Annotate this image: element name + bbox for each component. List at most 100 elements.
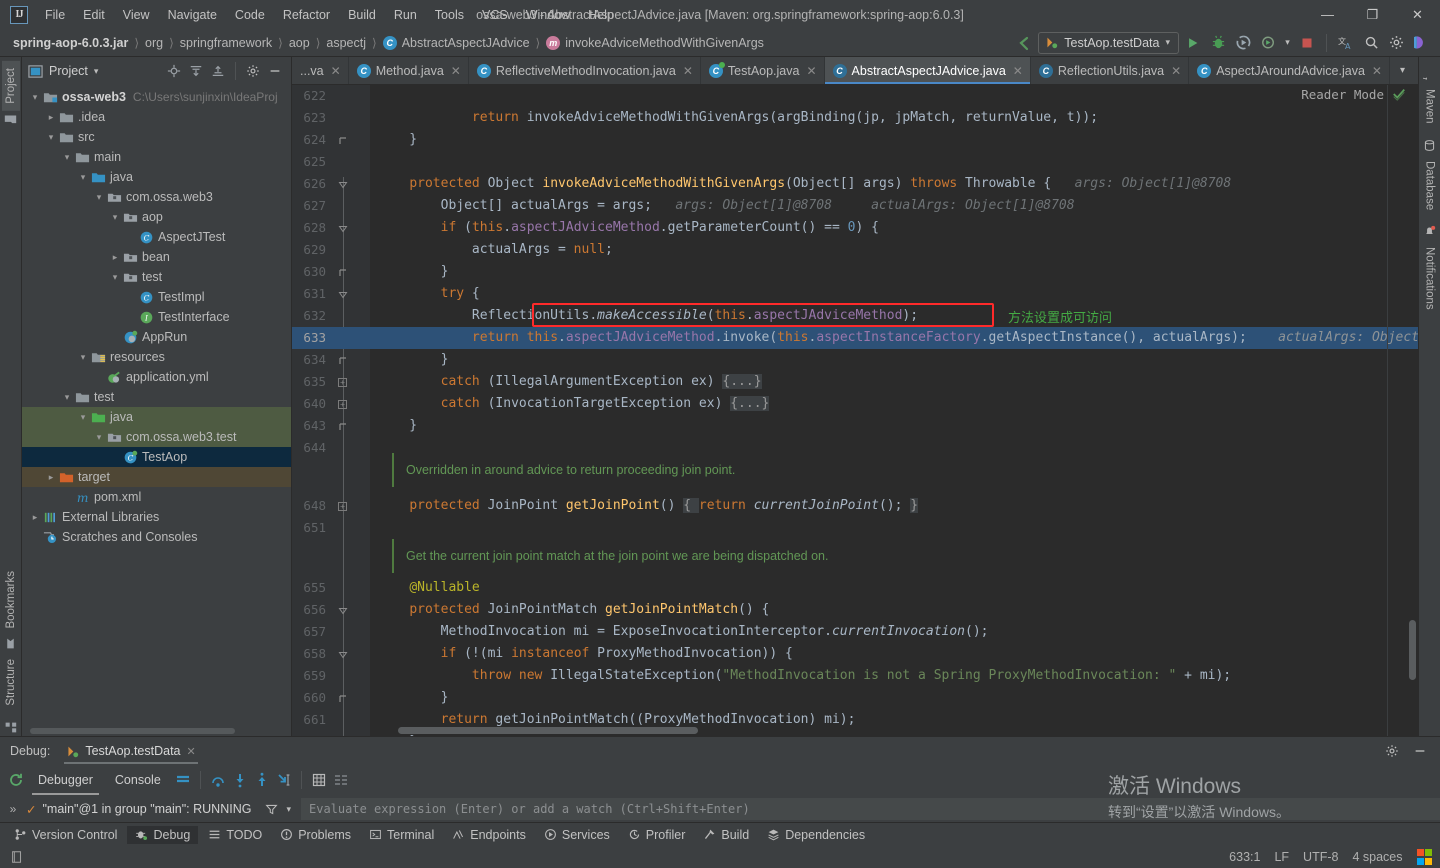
close-button[interactable]: ✕: [1395, 0, 1440, 29]
rail-tab-database[interactable]: Database: [1421, 154, 1439, 217]
chevron-down-icon[interactable]: ▾: [1282, 32, 1293, 54]
project-tree[interactable]: ▾ ossa-web3 C:\Users\sunjinxin\IdeaProj ▸ .i…: [22, 85, 291, 736]
rail-tab-maven[interactable]: Maven: [1421, 82, 1439, 131]
bottom-tool-terminal[interactable]: Terminal: [361, 826, 442, 844]
step-over-icon[interactable]: [208, 770, 228, 790]
bottom-tool-endpoints[interactable]: Endpoints: [444, 826, 534, 844]
code-line[interactable]: Get the current join point match at the …: [370, 545, 1418, 567]
thread-status[interactable]: ✓ "main"@1 in group "main": RUNNING: [26, 802, 251, 817]
back-arrow-icon[interactable]: [1013, 32, 1035, 54]
bottom-tool-todo[interactable]: TODO: [200, 826, 270, 844]
chevron-down-icon[interactable]: ▾: [1394, 65, 1411, 76]
code-line[interactable]: return invokeAdviceMethodWithGivenArgs(a…: [370, 107, 1418, 129]
chevron-down-icon[interactable]: ▾: [76, 352, 90, 363]
tree-node-aop[interactable]: ▾ aop: [22, 207, 291, 227]
evaluate-icon[interactable]: [309, 770, 329, 790]
tree-node-application-yml[interactable]: application.yml: [22, 367, 291, 387]
fold-collapse-icon[interactable]: [337, 649, 348, 660]
menu-file[interactable]: File: [36, 4, 74, 26]
file-encoding[interactable]: UTF-8: [1303, 850, 1338, 864]
editor-tab-reflectionutils-java[interactable]: C ReflectionUtils.java ✕: [1031, 57, 1190, 84]
breadcrumb-method[interactable]: m invokeAdviceMethodWithGivenArgs: [541, 34, 769, 52]
code-line[interactable]: [370, 437, 1418, 459]
rerun-icon[interactable]: [6, 770, 26, 790]
tree-node-testinterface[interactable]: I TestInterface: [22, 307, 291, 327]
debug-session-tab[interactable]: TestAop.testData ✕: [60, 741, 201, 764]
chevron-down-icon[interactable]: ▾: [76, 412, 90, 423]
tree-node-com-ossa-web3-test[interactable]: ▾ com.ossa.web3.test: [22, 427, 291, 447]
run-with-coverage-button[interactable]: [1232, 32, 1254, 54]
code-line[interactable]: }: [370, 349, 1418, 371]
code-line[interactable]: }: [370, 415, 1418, 437]
code-line[interactable]: [370, 517, 1418, 539]
bottom-tool-services[interactable]: Services: [536, 826, 618, 844]
maximize-button[interactable]: ❐: [1350, 0, 1395, 29]
layout-icon[interactable]: [173, 770, 193, 790]
translate-icon[interactable]: 文A: [1335, 32, 1357, 54]
close-icon[interactable]: ✕: [683, 64, 693, 78]
code-line[interactable]: }: [370, 687, 1418, 709]
rail-tab-notifications[interactable]: Notifications: [1421, 240, 1439, 317]
run-to-cursor-icon[interactable]: [274, 770, 294, 790]
line-separator[interactable]: LF: [1274, 850, 1289, 864]
tree-node-external-libraries[interactable]: ▸ External Libraries: [22, 507, 291, 527]
code-line[interactable]: }: [370, 129, 1418, 151]
profiler-button[interactable]: [1257, 32, 1279, 54]
step-into-icon[interactable]: [230, 770, 250, 790]
settings-icon[interactable]: [1385, 32, 1407, 54]
breadcrumb-jar[interactable]: spring-aop-6.0.3.jar: [8, 34, 133, 52]
close-icon[interactable]: ✕: [1372, 64, 1382, 78]
breadcrumb-springframework[interactable]: springframework: [175, 34, 277, 52]
chevron-right-icon[interactable]: ▸: [44, 112, 58, 123]
tree-node-com-ossa-web3[interactable]: ▾ com.ossa.web3: [22, 187, 291, 207]
editor-horizontal-scrollbar[interactable]: [398, 727, 698, 734]
fold-end-icon[interactable]: [337, 421, 348, 432]
tree-node-apprun[interactable]: AppRun: [22, 327, 291, 347]
chevron-right-icon[interactable]: ▸: [28, 512, 42, 523]
tree-node-java[interactable]: ▾ java: [22, 407, 291, 427]
search-icon[interactable]: [1360, 32, 1382, 54]
minimize-icon[interactable]: [1410, 741, 1430, 761]
editor-tab-testaop-java[interactable]: C TestAop.java ✕: [701, 57, 825, 84]
tree-node-target[interactable]: ▸ target: [22, 467, 291, 487]
stop-button[interactable]: [1296, 32, 1318, 54]
chevron-down-icon[interactable]: ▾: [60, 392, 74, 403]
inspection-ok-icon[interactable]: [1392, 87, 1406, 101]
breadcrumb-aop[interactable]: aop: [284, 34, 315, 52]
code-line[interactable]: Object[] actualArgs = args; args: Object…: [370, 195, 1418, 217]
locate-icon[interactable]: [164, 61, 184, 81]
menu-help[interactable]: Help: [579, 4, 623, 26]
code-line[interactable]: if (!(mi instanceof ProxyMethodInvocatio…: [370, 643, 1418, 665]
fold-expand-icon[interactable]: +: [337, 377, 348, 388]
bottom-tool-bar[interactable]: Version Control Debug TODO Problems Terminal…: [0, 822, 1440, 846]
chevron-right-icon[interactable]: ▸: [108, 252, 122, 263]
menu-build[interactable]: Build: [339, 4, 385, 26]
menu-view[interactable]: View: [114, 4, 159, 26]
fold-collapse-icon[interactable]: [337, 179, 348, 190]
frames-icon[interactable]: [331, 770, 351, 790]
menu-navigate[interactable]: Navigate: [159, 4, 226, 26]
code-line[interactable]: protected JoinPoint getJoinPoint() { ret…: [370, 495, 1418, 517]
menu-window[interactable]: Window: [517, 4, 579, 26]
chevron-down-icon[interactable]: ▾: [28, 92, 42, 103]
debug-button[interactable]: [1207, 32, 1229, 54]
expand-frames-icon[interactable]: »: [0, 802, 26, 816]
breadcrumb-class[interactable]: C AbstractAspectJAdvice: [378, 34, 535, 52]
code-line[interactable]: actualArgs = null;: [370, 239, 1418, 261]
tab-debugger[interactable]: Debugger: [28, 769, 103, 795]
tree-node--idea[interactable]: ▸ .idea: [22, 107, 291, 127]
tree-node-pom-xml[interactable]: m pom.xml: [22, 487, 291, 507]
close-icon[interactable]: ✕: [806, 64, 816, 78]
fold-expand-icon[interactable]: +: [337, 501, 348, 512]
code-line[interactable]: Overridden in around advice to return pr…: [370, 459, 1418, 481]
fold-end-icon[interactable]: [337, 355, 348, 366]
bottom-tool-version-control[interactable]: Version Control: [6, 826, 125, 844]
fold-end-icon[interactable]: [337, 693, 348, 704]
code-line[interactable]: if (this.aspectJAdviceMethod.getParamete…: [370, 217, 1418, 239]
tree-node-scratches-and-consoles[interactable]: Scratches and Consoles: [22, 527, 291, 547]
code-line[interactable]: throw new IllegalStateException("MethodI…: [370, 665, 1418, 687]
editor-tab-reflectivemethodinvocation-java[interactable]: C ReflectiveMethodInvocation.java ✕: [469, 57, 701, 84]
menu-run[interactable]: Run: [385, 4, 426, 26]
editor-tab-abstractaspectjadvice-java[interactable]: C AbstractAspectJAdvice.java ✕: [824, 57, 1031, 84]
editor-tab-bar[interactable]: ...va ✕ C Method.java ✕ C ReflectiveMethodInvo…: [292, 57, 1418, 85]
